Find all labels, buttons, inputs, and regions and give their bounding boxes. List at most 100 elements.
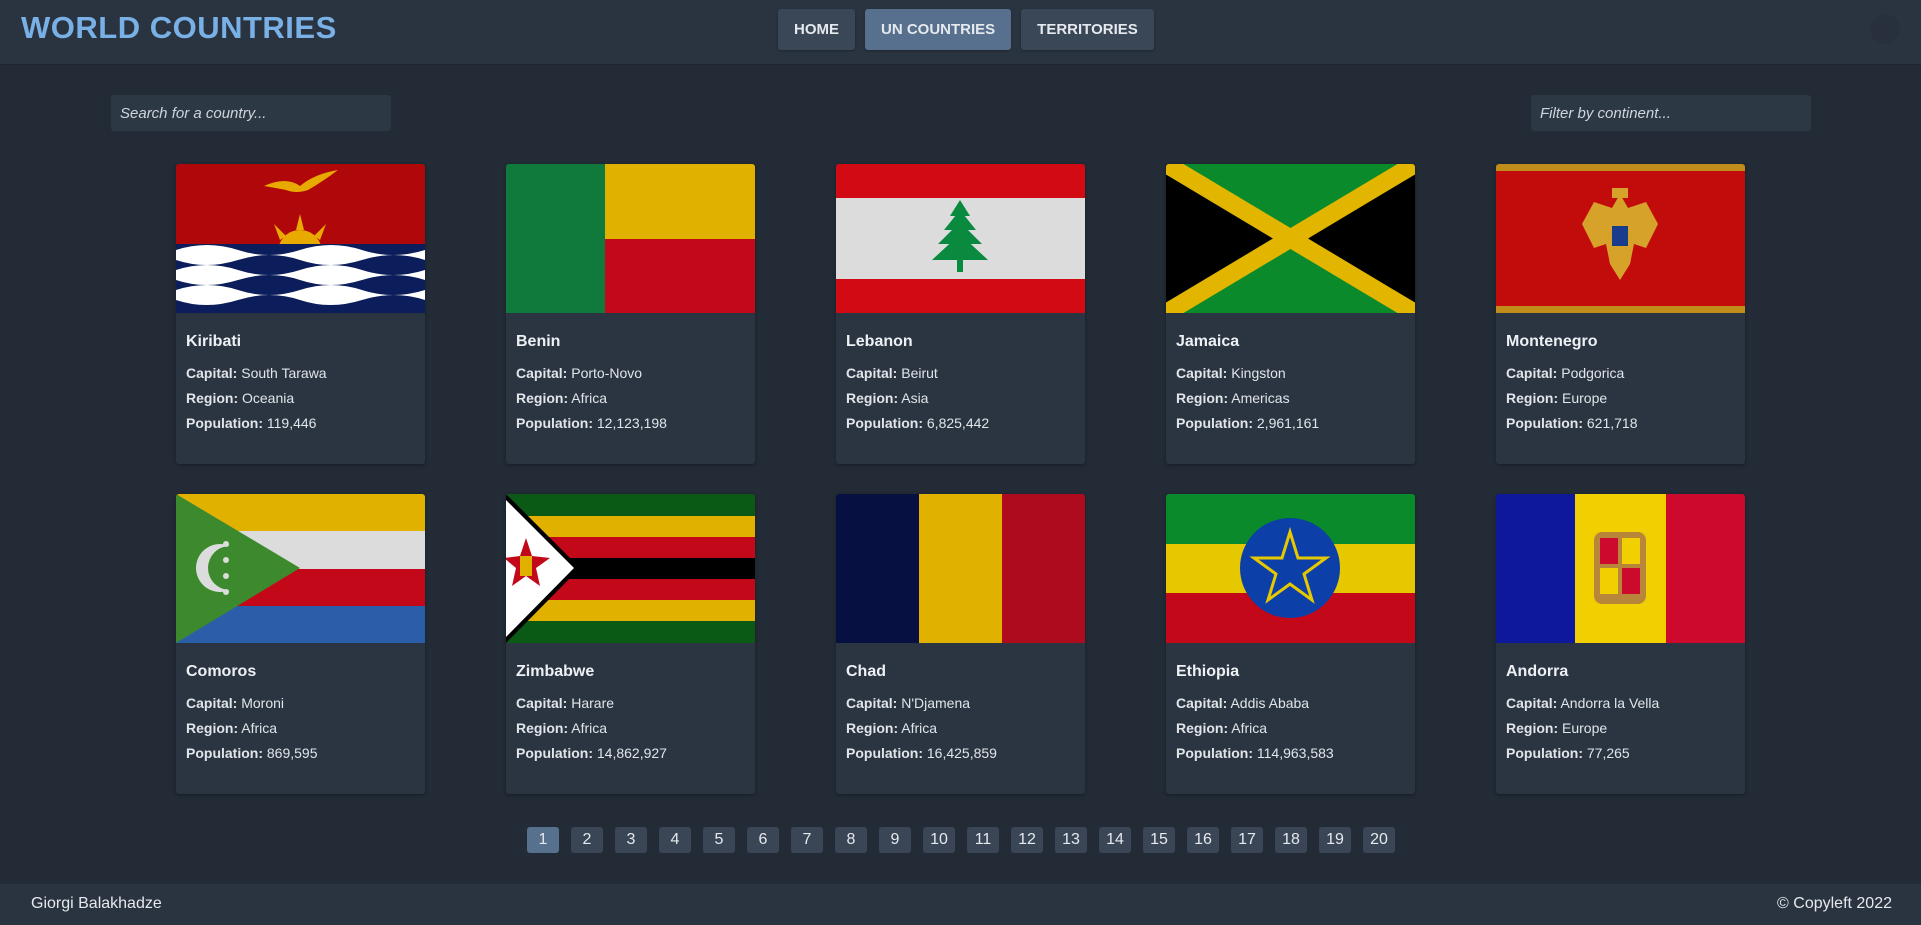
population-label: Population: [186,745,263,761]
country-card[interactable]: Andorra Capital: Andorra la Vella Region… [1496,494,1745,794]
country-card[interactable]: Montenegro Capital: Podgorica Region: Eu… [1496,164,1745,464]
country-card[interactable]: Jamaica Capital: Kingston Region: Americ… [1166,164,1415,464]
country-name: Chad [846,663,886,680]
country-card[interactable]: Benin Capital: Porto-Novo Region: Africa… [506,164,755,464]
region-row: Region: Europe [1506,390,1735,406]
page-button-17[interactable]: 17 [1231,827,1263,853]
region-value: Europe [1562,720,1608,736]
search-input[interactable]: Search for a country... [111,95,391,131]
region-label: Region: [1176,390,1229,406]
region-row: Region: Americas [1176,390,1405,406]
capital-value: Beirut [901,365,938,381]
population-label: Population: [516,745,593,761]
capital-label: Capital: [516,695,568,711]
nav-un-countries-button[interactable]: UN COUNTRIES [865,9,1012,50]
chad-flag-icon [836,494,1085,643]
page-button-8[interactable]: 8 [835,827,867,853]
page-button-5[interactable]: 5 [703,827,735,853]
footer: Giorgi Balakhadze © Copyleft 2022 [0,884,1921,925]
page-button-20[interactable]: 20 [1363,827,1395,853]
region-value: Africa [571,390,608,406]
capital-row: Capital: Harare [516,695,745,711]
population-row: Population: 6,825,442 [846,415,1075,431]
population-label: Population: [846,415,923,431]
page-button-18[interactable]: 18 [1275,827,1307,853]
continent-filter-select[interactable]: Filter by continent... [1531,95,1811,131]
population-row: Population: 12,123,198 [516,415,745,431]
page-button-1[interactable]: 1 [527,827,559,853]
country-name: Lebanon [846,333,913,350]
capital-label: Capital: [1506,695,1558,711]
capital-value: Moroni [241,695,285,711]
country-card[interactable]: Comoros Capital: Moroni Region: Africa P… [176,494,425,794]
region-row: Region: Asia [846,390,1075,406]
capital-value: Addis Ababa [1230,695,1310,711]
population-row: Population: 621,718 [1506,415,1735,431]
country-name: Montenegro [1506,333,1598,350]
capital-row: Capital: Addis Ababa [1176,695,1405,711]
population-row: Population: 77,265 [1506,745,1735,761]
page-button-3[interactable]: 3 [615,827,647,853]
capital-row: Capital: Kingston [1176,365,1405,381]
region-value: Americas [1231,390,1290,406]
page-button-9[interactable]: 9 [879,827,911,853]
footer-author: Giorgi Balakhadze [31,895,162,912]
country-name: Andorra [1506,663,1569,680]
country-card[interactable]: Lebanon Capital: Beirut Region: Asia Pop… [836,164,1085,464]
capital-label: Capital: [516,365,568,381]
population-value: 16,425,859 [926,745,997,761]
population-value: 869,595 [266,745,318,761]
population-value: 119,446 [266,415,317,431]
country-card[interactable]: Kiribati Capital: South Tarawa Region: O… [176,164,425,464]
capital-row: Capital: South Tarawa [186,365,415,381]
country-card[interactable]: Ethiopia Capital: Addis Ababa Region: Af… [1166,494,1415,794]
country-card[interactable]: Chad Capital: N'Djamena Region: Africa P… [836,494,1085,794]
region-value: Asia [901,390,929,406]
nav-home-button[interactable]: HOME [778,9,855,50]
page-button-11[interactable]: 11 [967,827,999,853]
comoros-flag-icon [176,494,425,643]
region-label: Region: [1506,720,1559,736]
population-value: 621,718 [1586,415,1638,431]
page-button-7[interactable]: 7 [791,827,823,853]
population-value: 6,825,442 [926,415,990,431]
capital-value: Harare [571,695,615,711]
population-label: Population: [516,415,593,431]
region-value: Europe [1562,390,1608,406]
region-label: Region: [1176,720,1229,736]
capital-label: Capital: [846,695,898,711]
region-row: Region: Africa [186,720,415,736]
region-label: Region: [186,720,239,736]
nav-territories-button[interactable]: TERRITORIES [1021,9,1154,50]
page-button-4[interactable]: 4 [659,827,691,853]
site-title[interactable]: WORLD COUNTRIES [21,10,337,46]
page-button-14[interactable]: 14 [1099,827,1131,853]
population-row: Population: 2,961,161 [1176,415,1405,431]
capital-label: Capital: [186,365,238,381]
page-button-12[interactable]: 12 [1011,827,1043,853]
region-value: Oceania [242,390,295,406]
population-row: Population: 114,963,583 [1176,745,1405,761]
country-name: Zimbabwe [516,663,595,680]
region-row: Region: Africa [516,720,745,736]
theme-toggle[interactable] [1870,14,1900,44]
zimbabwe-flag-icon [506,494,755,643]
page-button-16[interactable]: 16 [1187,827,1219,853]
capital-row: Capital: Moroni [186,695,415,711]
page-button-19[interactable]: 19 [1319,827,1351,853]
page-button-6[interactable]: 6 [747,827,779,853]
region-label: Region: [1506,390,1559,406]
population-row: Population: 119,446 [186,415,415,431]
pagination: 1 2 3 4 5 6 7 8 9 10 11 12 13 14 15 16 1… [527,827,1395,853]
page-button-13[interactable]: 13 [1055,827,1087,853]
page-button-15[interactable]: 15 [1143,827,1175,853]
capital-label: Capital: [1176,365,1228,381]
page-button-2[interactable]: 2 [571,827,603,853]
country-name: Ethiopia [1176,663,1240,680]
country-card[interactable]: Zimbabwe Capital: Harare Region: Africa … [506,494,755,794]
footer-copyright: © Copyleft 2022 [1777,895,1892,912]
capital-value: Porto-Novo [571,365,643,381]
page-button-10[interactable]: 10 [923,827,955,853]
andorra-flag-icon [1496,494,1745,643]
lebanon-flag-icon [836,164,1085,313]
